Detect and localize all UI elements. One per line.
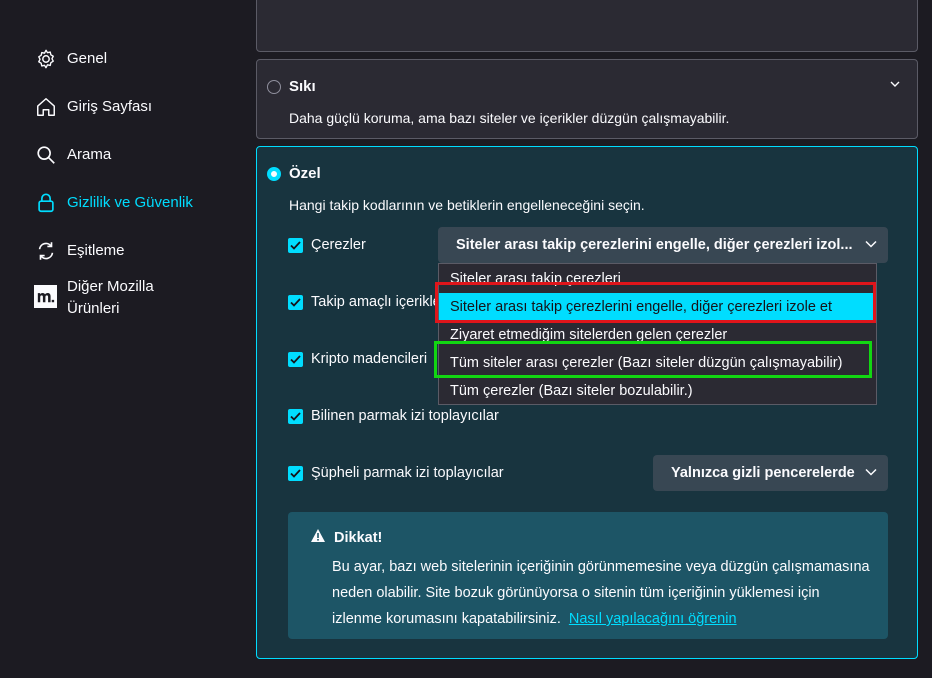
custom-radio[interactable] bbox=[267, 167, 281, 181]
custom-title: Özel bbox=[289, 165, 321, 182]
sidebar-item-label: Genel bbox=[67, 50, 108, 67]
strict-radio[interactable] bbox=[267, 80, 281, 94]
cryptominers-label: Kripto madencileri bbox=[311, 351, 428, 367]
cookies-checkbox[interactable] bbox=[288, 237, 303, 253]
cryptominers-row: Kripto madencileri bbox=[288, 351, 427, 367]
standard-option-panel[interactable] bbox=[256, 0, 918, 52]
sidebar-item-search[interactable]: Arama bbox=[34, 143, 111, 166]
sidebar-item-sync[interactable]: Eşitleme bbox=[34, 239, 125, 262]
sidebar-item-label: Gizlilik ve Güvenlik bbox=[67, 194, 193, 211]
sync-icon bbox=[34, 239, 57, 262]
home-icon bbox=[34, 95, 57, 118]
tracking-content-row: Takip amaçlı içerikler bbox=[288, 294, 446, 310]
dropdown-option[interactable]: Tüm çerezler (Bazı siteler bozulabilir.) bbox=[439, 377, 876, 405]
known-fingerprinters-row: Bilinen parmak izi toplayıcılar bbox=[288, 408, 499, 424]
search-icon bbox=[34, 143, 57, 166]
custom-description: Hangi takip kodlarının ve betiklerin eng… bbox=[289, 197, 645, 213]
known-fingerprinters-label: Bilinen parmak izi toplayıcılar bbox=[311, 408, 499, 424]
warning-icon bbox=[310, 528, 326, 547]
fingerprinters-select-value: Yalnızca gizli pencerelerde bbox=[671, 465, 855, 481]
sidebar-item-label: Arama bbox=[67, 146, 112, 163]
suspected-fingerprinters-row: Şüpheli parmak izi toplayıcılar bbox=[288, 465, 504, 481]
gear-icon bbox=[34, 47, 57, 70]
known-fingerprinters-checkbox[interactable] bbox=[288, 408, 303, 424]
cookies-row: Çerezler bbox=[288, 237, 366, 253]
chevron-down-icon[interactable] bbox=[889, 76, 901, 93]
learn-how-link[interactable]: Nasıl yapılacağını öğrenin bbox=[569, 611, 737, 627]
sidebar-item-home[interactable]: Giriş Sayfası bbox=[34, 95, 152, 118]
green-highlight-box bbox=[434, 341, 872, 378]
cryptominers-checkbox[interactable] bbox=[288, 351, 303, 367]
chevron-down-icon bbox=[864, 465, 878, 481]
warning-box: Dikkat! Bu ayar, bazı web sitelerinin iç… bbox=[288, 512, 888, 639]
sidebar-item-mozilla-products[interactable]: Diğer Mozilla Ürünleri bbox=[34, 276, 154, 320]
warning-title-row: Dikkat! bbox=[310, 528, 382, 547]
cookies-select[interactable]: Siteler arası takip çerezlerini engelle,… bbox=[438, 227, 888, 263]
lock-icon bbox=[34, 191, 57, 214]
suspected-fingerprinters-checkbox[interactable] bbox=[288, 465, 303, 481]
strict-option-panel[interactable]: Sıkı Daha güçlü koruma, ama bazı siteler… bbox=[256, 59, 918, 139]
chevron-down-icon bbox=[864, 237, 878, 253]
red-highlight-box bbox=[435, 282, 876, 323]
fingerprinters-select[interactable]: Yalnızca gizli pencerelerde bbox=[653, 455, 888, 491]
strict-title: Sıkı bbox=[289, 78, 316, 95]
suspected-fingerprinters-label: Şüpheli parmak izi toplayıcılar bbox=[311, 465, 504, 481]
sidebar-item-general[interactable]: Genel bbox=[34, 47, 107, 70]
cookies-label: Çerezler bbox=[311, 237, 366, 253]
tracking-content-checkbox[interactable] bbox=[288, 294, 303, 310]
strict-description: Daha güçlü koruma, ama bazı siteler ve i… bbox=[289, 110, 730, 126]
mozilla-logo-icon bbox=[34, 285, 57, 308]
sidebar-item-label: Eşitleme bbox=[67, 242, 125, 259]
warning-text: Bu ayar, bazı web sitelerinin içeriğinin… bbox=[332, 559, 870, 627]
sidebar-item-label: Diğer Mozilla Ürünleri bbox=[67, 278, 154, 317]
tracking-content-label: Takip amaçlı içerikler bbox=[311, 294, 446, 310]
warning-title: Dikkat! bbox=[334, 529, 383, 546]
sidebar-item-label: Giriş Sayfası bbox=[67, 98, 153, 115]
sidebar-item-privacy[interactable]: Gizlilik ve Güvenlik bbox=[34, 191, 193, 214]
cookies-select-value: Siteler arası takip çerezlerini engelle,… bbox=[456, 237, 853, 253]
